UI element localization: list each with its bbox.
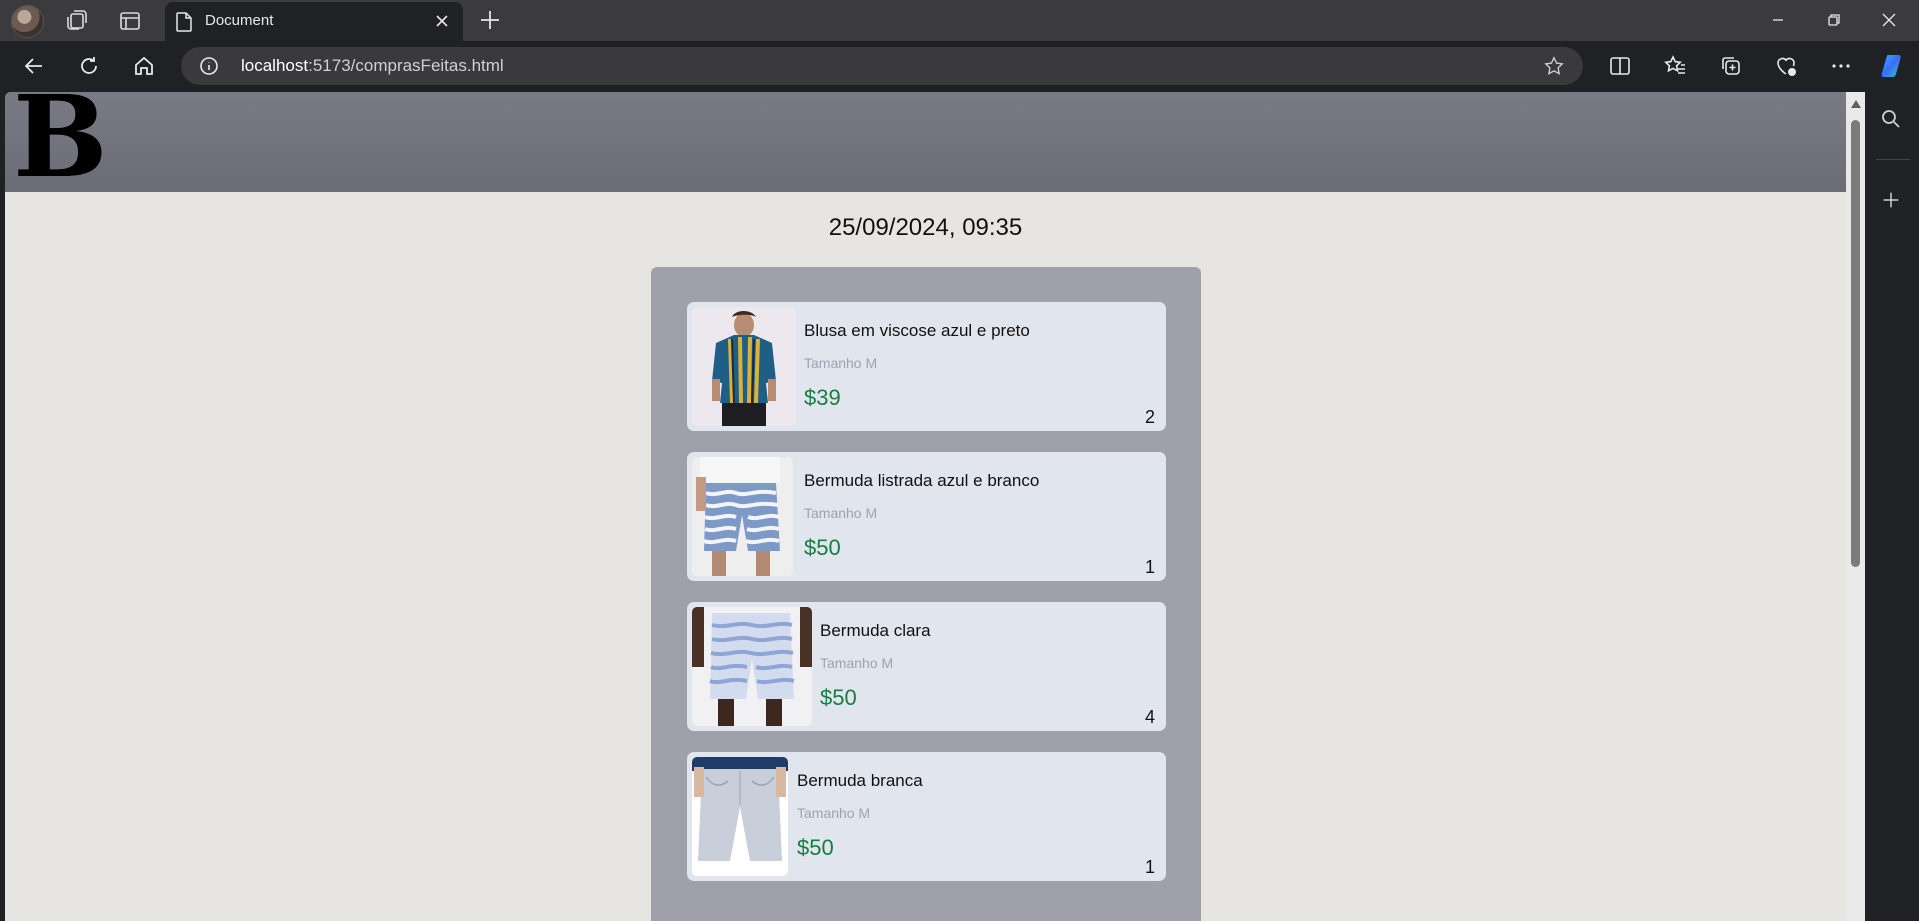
split-screen-icon[interactable] [1608, 54, 1632, 78]
back-icon[interactable] [22, 54, 46, 78]
item-name: Blusa em viscose azul e preto [804, 321, 1030, 340]
tab-document[interactable]: Document [165, 2, 463, 41]
item-quantity: 2 [1144, 407, 1155, 427]
product-image-blusa [692, 307, 796, 426]
address-bar[interactable]: localhost:5173/comprasFeitas.html [181, 47, 1583, 85]
item-quantity: 1 [1144, 557, 1155, 577]
vertical-scrollbar[interactable] [1846, 92, 1865, 921]
collections-icon[interactable] [1719, 54, 1743, 78]
order-item: Bermuda listrada azul e branco Tamanho M… [687, 452, 1166, 581]
add-sidebar-app-icon[interactable] [1880, 189, 1902, 211]
sidebar-divider [1876, 159, 1910, 160]
url-text[interactable]: localhost:5173/comprasFeitas.html [241, 56, 504, 76]
favorite-star-icon[interactable] [1543, 55, 1565, 77]
item-size: Tamanho M [820, 655, 894, 671]
product-image-bermuda-listrada [692, 457, 793, 576]
profile-avatar[interactable] [11, 5, 44, 38]
scrollbar-thumb[interactable] [1851, 120, 1860, 567]
search-icon[interactable] [1879, 107, 1903, 131]
item-quantity: 4 [1144, 707, 1155, 727]
copilot-icon[interactable] [1879, 51, 1909, 81]
new-tab-icon[interactable] [478, 8, 502, 32]
edge-sidebar [1865, 92, 1919, 921]
navigation-bar: localhost:5173/comprasFeitas.html [0, 41, 1919, 92]
item-quantity: 1 [1144, 857, 1155, 877]
refresh-icon[interactable] [77, 54, 101, 78]
purchase-date: 25/09/2024, 09:35 [828, 214, 1023, 241]
minimize-icon[interactable] [1766, 8, 1790, 32]
item-price: $50 [804, 535, 841, 560]
browser-essentials-icon[interactable] [1774, 54, 1798, 78]
close-window-icon[interactable] [1877, 8, 1901, 32]
tab-title: Document [205, 12, 274, 29]
title-bar: Document [0, 0, 1919, 41]
site-info-icon[interactable] [199, 56, 219, 76]
item-size: Tamanho M [804, 355, 878, 371]
item-name: Bermuda branca [797, 771, 923, 790]
item-size: Tamanho M [797, 805, 871, 821]
page-viewport: B 25/09/2024, 09:35 Blusa em viscose azu… [5, 92, 1846, 921]
tab-actions-icon[interactable] [118, 9, 142, 33]
workspaces-icon[interactable] [65, 9, 89, 33]
product-image-bermuda-clara [692, 607, 812, 726]
scroll-up-arrow-icon[interactable] [1851, 100, 1861, 108]
item-name: Bermuda listrada azul e branco [804, 471, 1040, 490]
site-logo[interactable]: B [13, 92, 108, 194]
order-item: Blusa em viscose azul e preto Tamanho M … [687, 302, 1166, 431]
item-name: Bermuda clara [820, 621, 931, 640]
item-price: $39 [804, 385, 841, 410]
site-header: B [5, 92, 1846, 194]
order-item: Bermuda branca Tamanho M $50 1 [687, 752, 1166, 881]
product-image-bermuda-branca [692, 757, 788, 876]
item-price: $50 [797, 835, 834, 860]
item-size: Tamanho M [804, 505, 878, 521]
favorites-icon[interactable] [1663, 54, 1687, 78]
page-icon [176, 12, 192, 32]
order-item: Bermuda clara Tamanho M $50 4 [687, 602, 1166, 731]
more-options-icon[interactable] [1829, 54, 1853, 78]
restore-icon[interactable] [1822, 8, 1846, 32]
order-panel: Blusa em viscose azul e preto Tamanho M … [651, 267, 1201, 921]
item-price: $50 [820, 685, 857, 710]
home-icon[interactable] [132, 54, 156, 78]
close-tab-icon[interactable] [433, 12, 451, 30]
